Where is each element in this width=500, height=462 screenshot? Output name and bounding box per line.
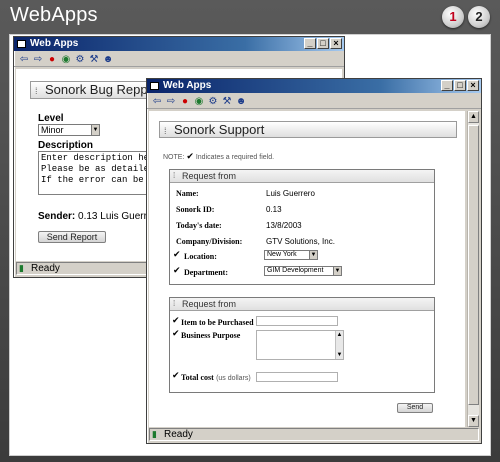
window-titlebar[interactable]: Web Apps _ □ ×: [14, 37, 344, 51]
chevron-down-icon: ▼: [309, 251, 317, 259]
panel-title: Sonork Support: [174, 122, 265, 137]
name-label: Name:: [176, 189, 199, 198]
company-label: Company/Division:: [176, 237, 243, 246]
description-label: Description: [38, 140, 94, 151]
panel-header: ⁞ Sonork Support: [159, 121, 457, 138]
scroll-up-icon[interactable]: ▲: [468, 111, 479, 123]
sonork-id-label: Sonork ID:: [176, 205, 215, 214]
note-text: Indicates a required field.: [195, 154, 275, 161]
stop-icon[interactable]: ●: [46, 54, 58, 65]
section-header: ⁞ Request from: [170, 298, 434, 311]
status-text: Ready: [31, 263, 60, 274]
refresh-icon[interactable]: ◉: [193, 96, 205, 107]
send-report-button[interactable]: Send Report: [38, 231, 106, 243]
close-button[interactable]: ×: [330, 38, 342, 49]
business-purpose-label: Business Purpose: [181, 331, 241, 340]
sender-row: Sender: 0.13 Luis Guerrero: [38, 211, 161, 222]
tools-icon[interactable]: ⚒: [221, 96, 233, 107]
department-select[interactable]: GIM Development ▼: [264, 266, 342, 276]
window-title: Web Apps: [30, 38, 79, 49]
page-1-button[interactable]: 1: [442, 6, 464, 28]
date-value: 13/8/2003: [266, 221, 302, 230]
window-scrollbar[interactable]: ▲ ▼: [467, 111, 479, 427]
grip-icon: ⁞: [173, 171, 176, 180]
grip-icon: ⁞: [173, 299, 176, 308]
support-window: Web Apps _ □ × ⇦ ⇨ ● ◉ ⚙ ⚒ ☻ ⁞ Sonork Support NO…: [146, 78, 482, 444]
settings-icon[interactable]: ⚙: [207, 96, 219, 107]
section-header: ⁞ Request from: [170, 170, 434, 183]
sonork-id-value: 0.13: [266, 205, 282, 214]
scroll-down-icon[interactable]: ▼: [468, 415, 479, 427]
checkmark-icon: ✔: [186, 151, 194, 161]
scroll-down-icon[interactable]: ▼: [336, 351, 343, 359]
page-2-button[interactable]: 2: [468, 6, 490, 28]
scroll-thumb[interactable]: [468, 125, 479, 405]
purchase-request-section: ⁞ Request from ✔ Item to be Purchased ✔ …: [169, 297, 435, 393]
tools-icon[interactable]: ⚒: [88, 54, 100, 65]
forward-arrow-icon[interactable]: ⇨: [32, 54, 44, 65]
level-label: Level: [38, 113, 64, 124]
status-text: Ready: [164, 429, 193, 440]
grip-icon: ⁞: [35, 86, 38, 96]
window-icon: [17, 40, 26, 48]
department-label: Department:: [184, 268, 228, 277]
request-from-section: ⁞ Request from Name: Luis Guerrero Sonor…: [169, 169, 435, 285]
grip-icon: ⁞: [164, 126, 167, 136]
support-client: ⁞ Sonork Support NOTE: ✔ Indicates a req…: [149, 111, 465, 427]
location-value: New York: [267, 251, 297, 258]
refresh-icon[interactable]: ◉: [60, 54, 72, 65]
total-cost-unit: (us dollars): [216, 375, 251, 382]
item-input[interactable]: [256, 316, 338, 326]
level-value: Minor: [41, 125, 64, 135]
location-select[interactable]: New York ▼: [264, 250, 318, 260]
users-icon[interactable]: ☻: [235, 96, 247, 107]
minimize-button[interactable]: _: [441, 80, 453, 91]
name-value: Luis Guerrero: [266, 189, 315, 198]
browser-toolbar: ⇦ ⇨ ● ◉ ⚙ ⚒ ☻: [147, 93, 481, 109]
window-icon: [150, 82, 159, 90]
send-button[interactable]: Send: [397, 403, 433, 413]
users-icon[interactable]: ☻: [102, 54, 114, 65]
settings-icon[interactable]: ⚙: [74, 54, 86, 65]
level-select[interactable]: Minor ▼: [38, 124, 100, 136]
chevron-down-icon: ▼: [91, 125, 99, 135]
app-title: WebApps: [10, 4, 98, 26]
checkmark-icon: ✔: [173, 265, 181, 275]
back-arrow-icon[interactable]: ⇦: [18, 54, 30, 65]
department-value: GIM Development: [267, 267, 324, 274]
maximize-button[interactable]: □: [317, 38, 329, 49]
section-title: Request from: [182, 299, 237, 309]
stop-icon[interactable]: ●: [179, 96, 191, 107]
lock-icon: ▮: [152, 429, 157, 439]
total-cost-input[interactable]: [256, 372, 338, 382]
item-label: Item to be Purchased: [181, 318, 254, 327]
window-title: Web Apps: [163, 80, 212, 91]
chevron-down-icon: ▼: [333, 267, 341, 275]
forward-arrow-icon[interactable]: ⇨: [165, 96, 177, 107]
checkmark-icon: ✔: [172, 328, 180, 338]
checkmark-icon: ✔: [173, 249, 181, 259]
back-arrow-icon[interactable]: ⇦: [151, 96, 163, 107]
scroll-up-icon[interactable]: ▲: [336, 331, 343, 339]
business-purpose-textarea[interactable]: ▲ ▼: [256, 330, 344, 360]
close-button[interactable]: ×: [467, 80, 479, 91]
section-title: Request from: [182, 171, 237, 181]
checkmark-icon: ✔: [172, 370, 180, 380]
total-cost-label: Total cost: [181, 373, 214, 382]
minimize-button[interactable]: _: [304, 38, 316, 49]
lock-icon: ▮: [19, 263, 24, 273]
date-label: Today's date:: [176, 221, 222, 230]
sender-label: Sender:: [38, 211, 76, 222]
maximize-button[interactable]: □: [454, 80, 466, 91]
location-label: Location:: [184, 252, 217, 261]
textarea-scrollbar[interactable]: ▲ ▼: [335, 331, 343, 359]
company-value: GTV Solutions, Inc.: [266, 237, 335, 246]
total-cost-row: Total cost (us dollars): [181, 373, 251, 382]
browser-toolbar: ⇦ ⇨ ● ◉ ⚙ ⚒ ☻: [14, 51, 344, 67]
required-note: NOTE: ✔ Indicates a required field.: [163, 151, 274, 162]
checkmark-icon: ✔: [172, 315, 180, 325]
status-bar: ▮ Ready: [149, 428, 479, 441]
window-titlebar[interactable]: Web Apps _ □ ×: [147, 79, 481, 93]
note-prefix: NOTE:: [163, 154, 185, 161]
